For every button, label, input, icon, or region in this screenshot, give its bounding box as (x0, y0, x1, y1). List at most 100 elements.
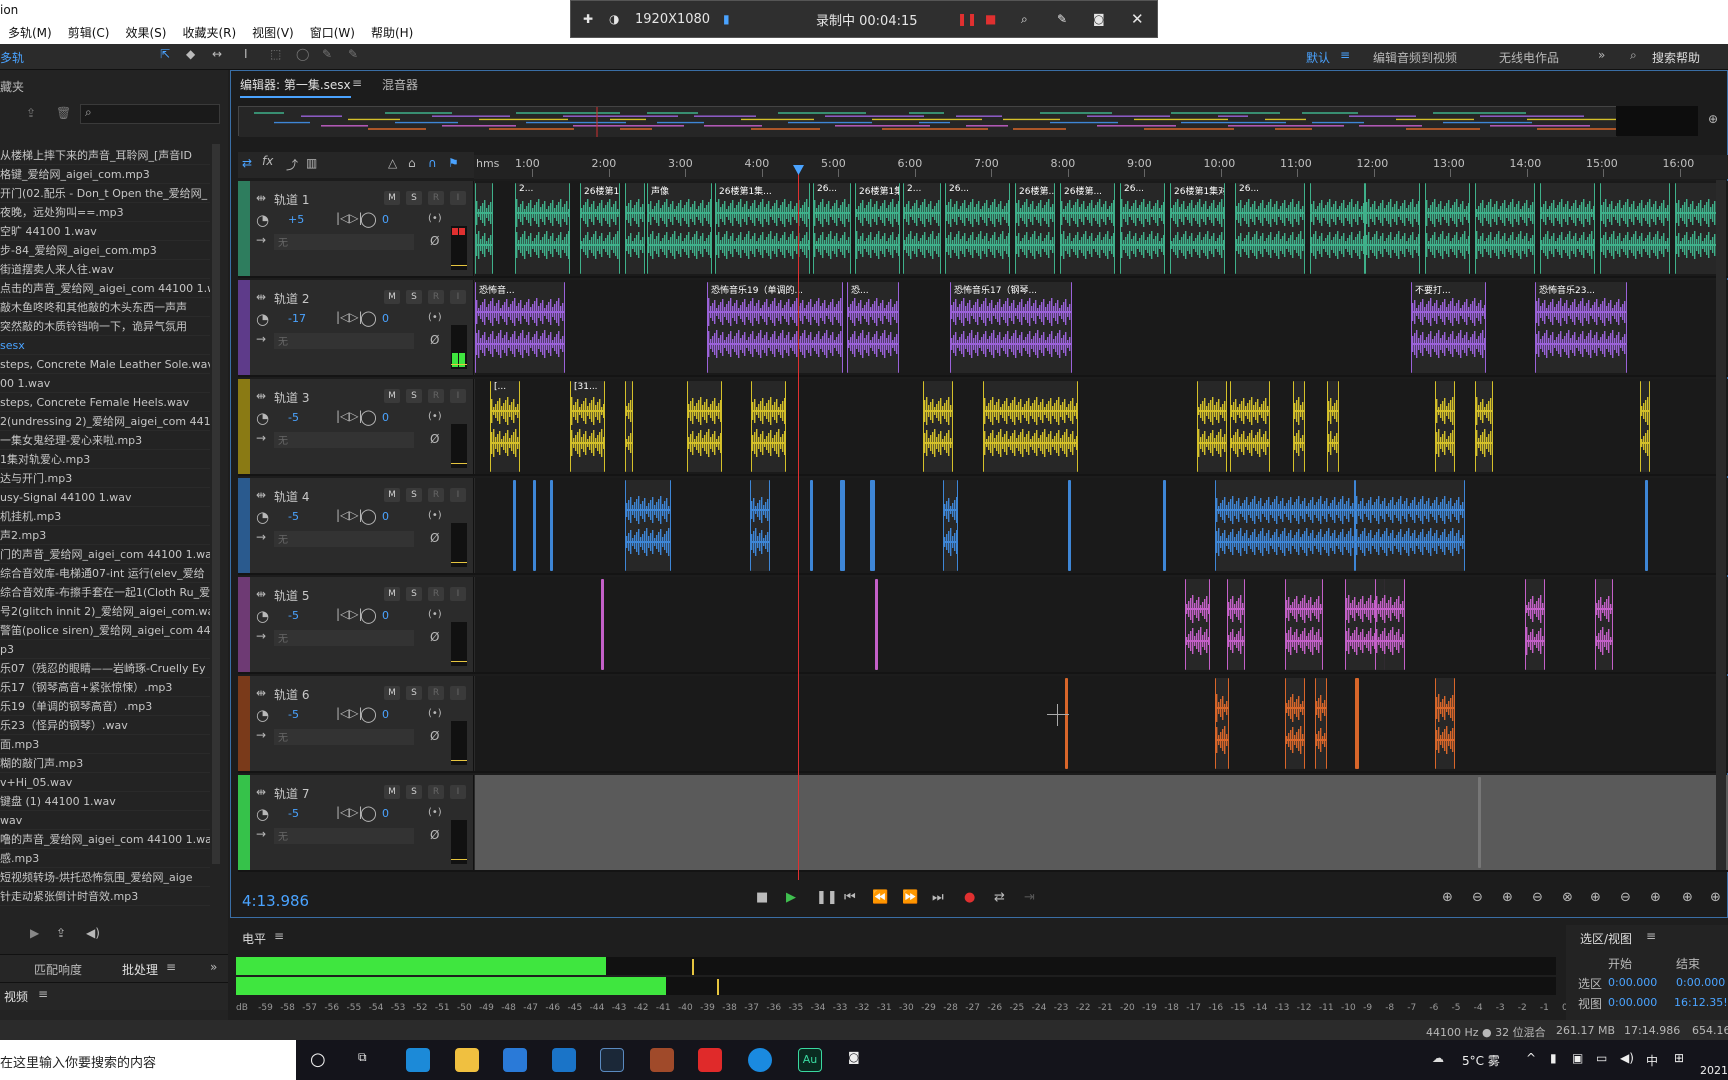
audio-clip[interactable] (1315, 678, 1327, 769)
monitor-button[interactable]: I (450, 290, 466, 304)
track-lane[interactable]: 2... 26楼第1集对轨爱心 声像 26楼第1集... 26... 26楼第1集对轨..… (475, 181, 1728, 276)
file-list-item[interactable]: 综合音效库-布擦手套在一起1(Cloth Ru_爱 (0, 583, 210, 602)
audio-clip[interactable] (1475, 381, 1493, 472)
file-list-item[interactable]: 乐07（残忍的眼睛——岩崎琢-Cruelly Ey (0, 659, 210, 678)
phase-icon[interactable]: Ø (430, 531, 439, 545)
track-header[interactable]: ⇹ 轨道 7 M S R I ◔ -5 |◁▷| ◯ 0 (•) → 无 Ø (238, 775, 474, 870)
audio-clip[interactable] (1645, 480, 1648, 571)
track-input-select[interactable]: 无 (274, 333, 414, 349)
volume-knob-icon[interactable]: ◔ (256, 310, 269, 328)
menu-item-2[interactable]: 效果(S) (117, 24, 174, 41)
file-list-item[interactable]: 00 1.wav (0, 374, 210, 393)
file-list-item[interactable]: sesx (0, 336, 210, 355)
arm-record-button[interactable]: R (428, 785, 444, 799)
view-start[interactable]: 0:00.000 (1608, 996, 1657, 1009)
track-volume[interactable]: -5 (288, 609, 299, 622)
track-lane[interactable]: 恐怖音... 恐怖音乐19（单调的... 恐... 恐怖音乐17（钢琴... 不要打..… (475, 280, 1728, 375)
audio-clip[interactable]: 恐... (847, 282, 899, 373)
file-list-item[interactable]: 1集对轨爱心.mp3 (0, 450, 210, 469)
audio-clip[interactable]: 不要打... (1411, 282, 1486, 373)
track-name[interactable]: 轨道 5 (274, 587, 309, 604)
mic-icon[interactable]: ▮ (1550, 1051, 1557, 1065)
autoplay-icon[interactable]: ◀) (86, 926, 100, 940)
audio-clip[interactable] (1355, 480, 1465, 571)
zoom-out-point-icon[interactable]: ⊖ (1620, 890, 1631, 905)
trash-icon[interactable]: 🗑 (56, 106, 71, 120)
track-volume[interactable]: -5 (288, 807, 299, 820)
audio-clip[interactable] (687, 381, 722, 472)
video-menu-icon[interactable]: ≡ (38, 987, 48, 1001)
zoom-in-time-icon[interactable]: ⊕ (1502, 890, 1513, 905)
audio-clip[interactable] (1215, 480, 1355, 571)
phase-icon[interactable]: Ø (430, 828, 439, 842)
go-end-button[interactable]: ⏭ (932, 890, 944, 905)
metronome-icon[interactable]: △ (388, 156, 397, 170)
file-list-item[interactable]: wav (0, 811, 210, 830)
file-list-item[interactable]: 开门(02.配乐 - Don_t Open the_爱给网_ (0, 184, 210, 203)
track-header[interactable]: ⇹ 轨道 1 M S R I ◔ +5 |◁▷| ◯ 0 (•) → 无 Ø (238, 181, 474, 276)
steam-icon[interactable] (600, 1048, 624, 1072)
audio-clip[interactable] (875, 579, 878, 670)
audio-clip[interactable]: 恐怖音乐23... (1535, 282, 1627, 373)
track-input-select[interactable]: 无 (274, 729, 414, 745)
razor-tool-icon[interactable]: ◆ (186, 47, 195, 61)
file-list-item[interactable]: 短视频转场-烘托恐怖氛围_爱给网_aige (0, 868, 210, 887)
contrast-icon[interactable]: ◑ (609, 12, 619, 26)
fx-icon[interactable]: fx (262, 154, 273, 168)
edge-icon[interactable] (406, 1048, 430, 1072)
monitor-button[interactable]: I (450, 587, 466, 601)
tab-batch[interactable]: 批处理 (122, 961, 158, 978)
audio-clip[interactable]: 恐怖音乐17（钢琴... (950, 282, 1072, 373)
volume-knob-icon[interactable]: ◔ (256, 508, 269, 526)
audio-clip[interactable] (1595, 579, 1613, 670)
audio-clip[interactable] (550, 480, 553, 571)
audio-clip[interactable]: 26楼第... (1060, 183, 1115, 274)
audio-clip[interactable]: 恐怖音乐19（单调的... (707, 282, 843, 373)
workspace-menu-icon[interactable]: ≡ (1340, 48, 1350, 62)
audio-clip[interactable] (513, 480, 516, 571)
tray-up-icon[interactable]: ^ (1526, 1051, 1536, 1065)
file-list-item[interactable]: 警笛(police siren)_爱给网_aigei_com 441 (0, 621, 210, 640)
eq-icon[interactable]: ▥ (306, 156, 317, 170)
close-icon[interactable]: ✕ (1131, 10, 1144, 28)
track-name[interactable]: 轨道 3 (274, 389, 309, 406)
solo-button[interactable]: S (406, 488, 422, 502)
brush-icon[interactable]: ✎ (322, 47, 332, 61)
store-icon[interactable] (503, 1048, 527, 1072)
task-view-icon[interactable]: ⧉ (358, 1050, 367, 1065)
zoom-reset-icon[interactable]: ⊕ (1710, 890, 1721, 905)
audio-clip[interactable] (1285, 678, 1305, 769)
audio-clip[interactable]: 26... (1120, 183, 1165, 274)
audio-clip[interactable]: 26楼第... (1015, 183, 1055, 274)
stereo-width-icon[interactable]: (•) (428, 609, 442, 620)
move-tool-icon[interactable]: ⇱ (160, 47, 170, 61)
go-start-button[interactable]: ⏮ (844, 890, 856, 905)
audition-icon[interactable]: Au (798, 1048, 822, 1072)
file-list-item[interactable]: 点击的声音_爱给网_aigei_com 44100 1.w (0, 279, 210, 298)
file-list-item[interactable]: usy-Signal 44100 1.wav (0, 488, 210, 507)
menu-item-3[interactable]: 收藏夹(R) (174, 24, 244, 41)
audio-clip[interactable] (1068, 480, 1071, 571)
vertical-scrollbar[interactable] (1716, 180, 1726, 870)
menu-item-1[interactable]: 剪辑(C) (60, 24, 118, 41)
volume-knob-icon[interactable]: ◔ (256, 409, 269, 427)
file-list-item[interactable]: 乐17（钢琴高音+紧张惊悚）.mp3 (0, 678, 210, 697)
audio-clip[interactable] (923, 381, 953, 472)
track-volume[interactable]: -17 (288, 312, 306, 325)
audio-clip[interactable] (983, 381, 1078, 472)
solo-button[interactable]: S (406, 290, 422, 304)
audio-clip[interactable]: [31... (570, 381, 605, 472)
track-header[interactable]: ⇹ 轨道 2 M S R I ◔ -17 |◁▷| ◯ 0 (•) → 无 Ø (238, 280, 474, 375)
track-lane[interactable] (475, 676, 1728, 771)
network-icon[interactable]: ▭ (1596, 1051, 1607, 1065)
audio-clip[interactable] (1640, 381, 1650, 472)
track-pan[interactable]: 0 (382, 510, 389, 523)
pan-knob-icon[interactable]: ◯ (360, 210, 377, 228)
file-list-item[interactable]: p3 (0, 640, 210, 659)
pan-knob-icon[interactable]: ◯ (360, 606, 377, 624)
marquee-icon[interactable]: ⬚ (270, 47, 281, 61)
volume-knob-icon[interactable]: ◔ (256, 706, 269, 724)
monitor-button[interactable]: I (450, 389, 466, 403)
track-toggle-icon[interactable]: ⇹ (256, 587, 266, 601)
file-list-item[interactable]: steps, Concrete Female Heels.wav (0, 393, 210, 412)
